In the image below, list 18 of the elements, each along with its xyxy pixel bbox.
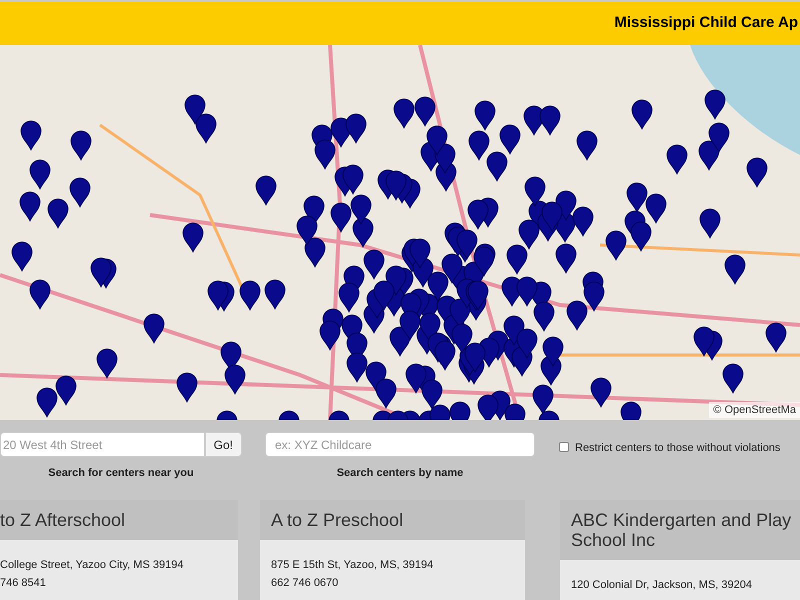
center-name[interactable]: ABC Kindergarten and Play School Inc — [571, 510, 800, 550]
center-name[interactable]: to Z Afterschool — [0, 510, 227, 530]
name-caption: Search centers by name — [336, 466, 464, 481]
go-button[interactable]: Go! — [204, 432, 242, 457]
address-field[interactable]: 20 West 4th Street — [0, 432, 205, 457]
center-phone: 662 746 0670 — [271, 576, 340, 590]
center-name[interactable]: A to Z Preschool — [271, 510, 514, 530]
center-address: 120 Colonial Dr, Jackson, MS, 39204 — [571, 578, 753, 593]
center-phone: 746 8541 — [0, 576, 47, 590]
center-address: College Street, Yazoo City, MS 39194 — [0, 558, 184, 573]
restrict-checkbox[interactable] — [559, 442, 569, 452]
app-title: Mississippi Child Care Ap — [614, 13, 799, 34]
address-caption: Search for centers near you — [48, 466, 194, 481]
name-search-field[interactable]: ex: XYZ Childcare — [265, 432, 535, 457]
map-attribution: © OpenStreetMa — [709, 402, 800, 418]
center-address: 875 E 15th St, Yazoo, MS, 39194 — [271, 558, 434, 573]
restrict-label: Restrict centers to those without violations — [575, 441, 780, 456]
map[interactable]: © OpenStreetMa — [0, 45, 800, 420]
